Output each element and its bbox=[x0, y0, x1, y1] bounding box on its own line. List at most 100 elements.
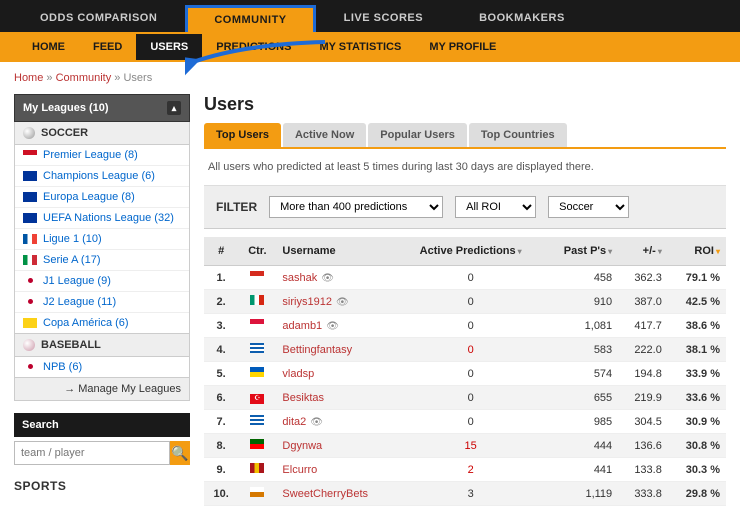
filter-label: FILTER bbox=[216, 200, 257, 214]
flag-icon bbox=[23, 192, 37, 202]
col-pm[interactable]: +/-▾ bbox=[618, 237, 668, 266]
filter-sport[interactable]: Soccer bbox=[548, 196, 629, 218]
col-active[interactable]: Active Predictions▾ bbox=[399, 237, 542, 266]
watch-icon: 👁 bbox=[310, 417, 323, 428]
user-link[interactable]: SweetCherryBets bbox=[282, 488, 368, 500]
flag-icon bbox=[23, 150, 37, 160]
subnav-my-statistics[interactable]: MY STATISTICS bbox=[305, 34, 415, 60]
league-item[interactable]: NPB (6) bbox=[15, 357, 189, 377]
user-link[interactable]: Elcurro bbox=[282, 464, 317, 476]
flag-icon bbox=[23, 234, 37, 244]
flag-icon bbox=[23, 171, 37, 181]
intro-text: All users who predicted at least 5 times… bbox=[204, 149, 726, 186]
tab-top-countries[interactable]: Top Countries bbox=[469, 123, 567, 147]
subnav-home[interactable]: HOME bbox=[18, 34, 79, 60]
league-item[interactable]: Premier League (8) bbox=[15, 145, 189, 166]
sort-icon: ▾ bbox=[716, 247, 720, 256]
league-item[interactable]: UEFA Nations League (32) bbox=[15, 208, 189, 229]
league-item[interactable]: Ligue 1 (10) bbox=[15, 229, 189, 250]
flag-icon bbox=[23, 255, 37, 265]
user-link[interactable]: dita2 bbox=[282, 416, 306, 428]
flag-icon bbox=[250, 367, 264, 377]
watch-icon: 👁 bbox=[326, 321, 339, 332]
flag-icon bbox=[250, 295, 264, 305]
subnav-predictions[interactable]: PREDICTIONS bbox=[202, 34, 305, 60]
chevron-up-icon: ▴ bbox=[167, 101, 181, 115]
baseball-icon bbox=[23, 339, 35, 351]
sort-icon: ▾ bbox=[608, 247, 612, 256]
user-link[interactable]: Besiktas bbox=[282, 392, 324, 404]
search-input[interactable] bbox=[14, 441, 170, 465]
table-row: 7.dita2👁0985304.530.9 % bbox=[204, 410, 726, 434]
flag-icon bbox=[250, 343, 264, 353]
league-item[interactable]: Copa América (6) bbox=[15, 313, 189, 333]
users-table: # Ctr. Username Active Predictions▾ Past… bbox=[204, 237, 726, 506]
sport-soccer-header: SOCCER bbox=[14, 122, 190, 145]
baseball-leagues: NPB (6) bbox=[14, 357, 190, 378]
user-tabs: Top UsersActive NowPopular UsersTop Coun… bbox=[204, 123, 726, 149]
subnav-feed[interactable]: FEED bbox=[79, 34, 136, 60]
tab-top-users[interactable]: Top Users bbox=[204, 123, 281, 147]
table-row: 10.SweetCherryBets31,119333.829.8 % bbox=[204, 482, 726, 506]
topnav-live-scores[interactable]: LIVE SCORES bbox=[316, 4, 451, 32]
tab-popular-users[interactable]: Popular Users bbox=[368, 123, 467, 147]
col-country[interactable]: Ctr. bbox=[238, 237, 276, 266]
col-roi[interactable]: ROI▾ bbox=[668, 237, 726, 266]
sub-nav: HOMEFEEDUSERSPREDICTIONSMY STATISTICSMY … bbox=[0, 32, 740, 62]
flag-icon bbox=[250, 463, 264, 473]
league-item[interactable]: J2 League (11) bbox=[15, 292, 189, 313]
table-row: 9.Elcurro2441133.830.3 % bbox=[204, 458, 726, 482]
table-row: 2.siriys1912👁0910387.042.5 % bbox=[204, 290, 726, 314]
topnav-odds-comparison[interactable]: ODDS COMPARISON bbox=[12, 4, 185, 32]
league-item[interactable]: Champions League (6) bbox=[15, 166, 189, 187]
flag-icon bbox=[23, 297, 37, 307]
league-item[interactable]: J1 League (9) bbox=[15, 271, 189, 292]
filter-bar: FILTER More than 400 predictions All ROI… bbox=[204, 186, 726, 229]
col-past[interactable]: Past P's▾ bbox=[542, 237, 618, 266]
table-row: 1.sashak👁0458362.379.1 % bbox=[204, 266, 726, 290]
user-link[interactable]: sashak bbox=[282, 272, 317, 284]
flag-icon bbox=[250, 415, 264, 425]
search-header: Search bbox=[14, 413, 190, 437]
league-item[interactable]: Serie A (17) bbox=[15, 250, 189, 271]
filter-roi[interactable]: All ROI bbox=[455, 196, 536, 218]
sport-baseball-header: BASEBALL bbox=[14, 334, 190, 357]
search-icon: 🔍 bbox=[171, 445, 188, 461]
league-item[interactable]: Europa League (8) bbox=[15, 187, 189, 208]
watch-icon: 👁 bbox=[321, 273, 334, 284]
col-username[interactable]: Username bbox=[276, 237, 399, 266]
crumb-current: Users bbox=[123, 72, 152, 84]
search-button[interactable]: 🔍 bbox=[170, 441, 190, 465]
table-row: 3.adamb1👁01,081417.738.6 % bbox=[204, 314, 726, 338]
flag-icon bbox=[23, 362, 37, 372]
user-link[interactable]: vladsp bbox=[282, 368, 314, 380]
user-link[interactable]: adamb1 bbox=[282, 320, 322, 332]
crumb-community[interactable]: Community bbox=[56, 72, 112, 84]
flag-icon bbox=[23, 213, 37, 223]
flag-icon bbox=[250, 271, 264, 281]
tab-active-now[interactable]: Active Now bbox=[283, 123, 366, 147]
crumb-home[interactable]: Home bbox=[14, 72, 43, 84]
col-rank[interactable]: # bbox=[204, 237, 238, 266]
topnav-bookmakers[interactable]: BOOKMAKERS bbox=[451, 4, 593, 32]
flag-icon bbox=[250, 487, 264, 497]
my-leagues-header[interactable]: My Leagues (10) ▴ bbox=[14, 94, 190, 122]
subnav-my-profile[interactable]: MY PROFILE bbox=[415, 34, 510, 60]
topnav-community[interactable]: COMMUNITY bbox=[185, 5, 315, 32]
subnav-users[interactable]: USERS bbox=[136, 34, 202, 60]
table-row: 8.Dgynwa15444136.630.8 % bbox=[204, 434, 726, 458]
watch-icon: 👁 bbox=[336, 297, 349, 308]
sort-icon: ▾ bbox=[518, 247, 522, 256]
user-link[interactable]: Bettingfantasy bbox=[282, 344, 352, 356]
filter-predictions[interactable]: More than 400 predictions bbox=[269, 196, 443, 218]
flag-icon bbox=[23, 276, 37, 286]
user-link[interactable]: siriys1912 bbox=[282, 296, 332, 308]
table-row: 5.vladsp0574194.833.9 % bbox=[204, 362, 726, 386]
flag-icon bbox=[23, 318, 37, 328]
table-row: 4.Bettingfantasy0583222.038.1 % bbox=[204, 338, 726, 362]
user-link[interactable]: Dgynwa bbox=[282, 440, 322, 452]
flag-icon bbox=[250, 439, 264, 449]
top-nav: ODDS COMPARISONCOMMUNITYLIVE SCORESBOOKM… bbox=[0, 0, 740, 32]
sort-icon: ▾ bbox=[658, 247, 662, 256]
manage-leagues-link[interactable]: → Manage My Leagues bbox=[14, 378, 190, 401]
